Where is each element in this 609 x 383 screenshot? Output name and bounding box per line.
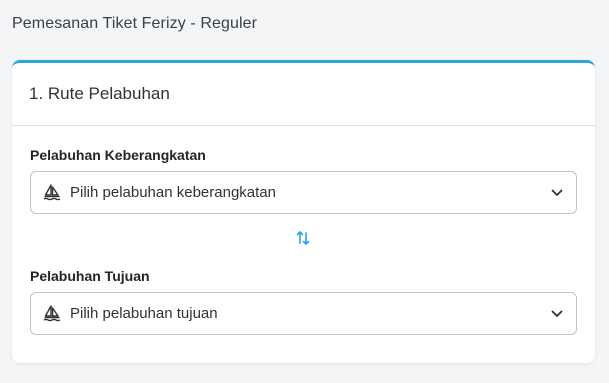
departure-label: Pelabuhan Keberangkatan [30,147,206,163]
ship-icon [42,304,62,324]
ship-icon [42,183,62,203]
destination-select[interactable]: Pilih pelabuhan tujuan [30,292,577,335]
destination-label: Pelabuhan Tujuan [30,268,150,284]
departure-select-text: Pilih pelabuhan keberangkatan [70,184,276,201]
chevron-down-icon [550,307,564,321]
departure-select[interactable]: Pilih pelabuhan keberangkatan [30,171,577,214]
section-title: 1. Rute Pelabuhan [12,63,595,126]
page-title: Pemesanan Tiket Ferizy - Reguler [12,15,258,32]
destination-select-text: Pilih pelabuhan tujuan [70,305,218,322]
chevron-down-icon [550,186,564,200]
swap-arrows-icon[interactable] [294,229,312,247]
route-card: 1. Rute Pelabuhan Pelabuhan Keberangkata… [12,60,595,363]
